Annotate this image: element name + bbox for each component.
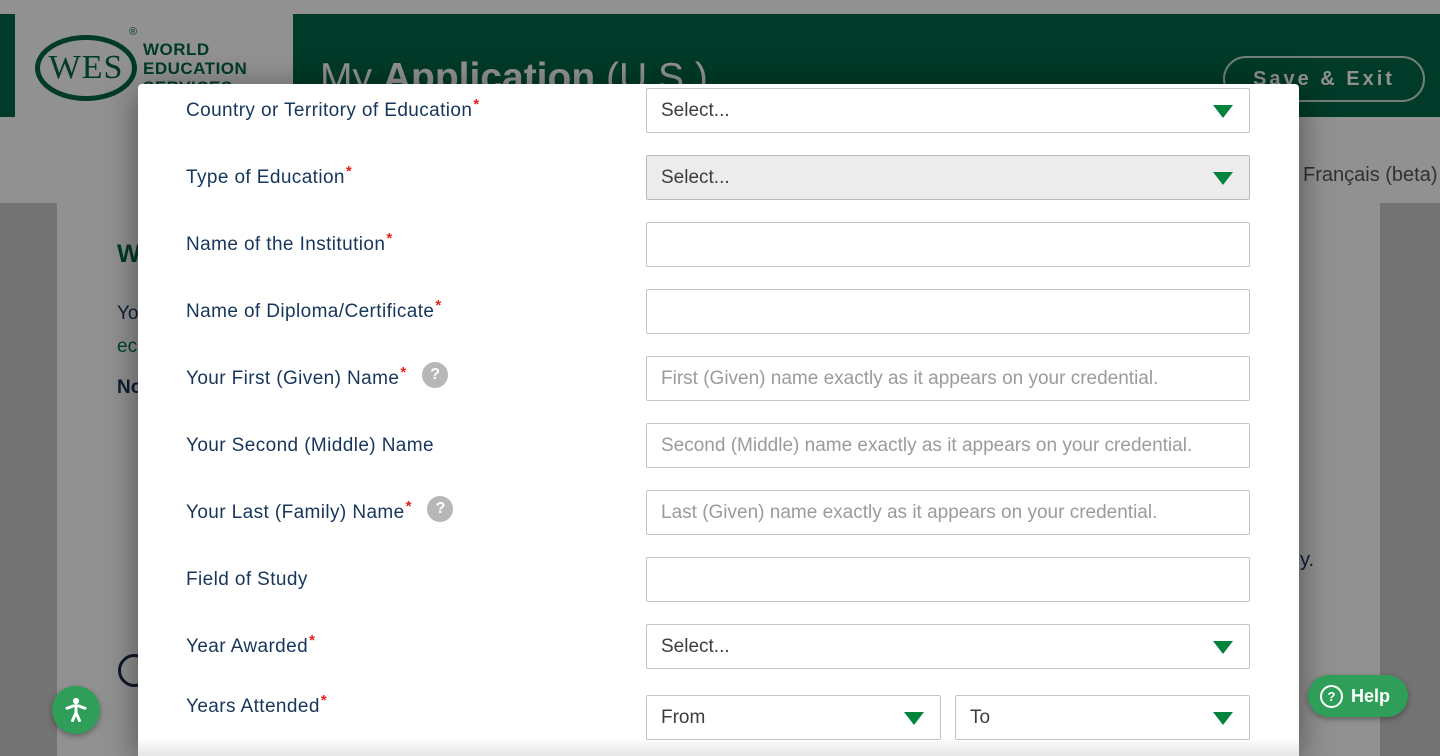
- select-value: From: [661, 706, 706, 728]
- required-marker: *: [435, 297, 442, 314]
- form-row-field-of-study: Field of Study: [138, 557, 1299, 602]
- field-of-study-input[interactable]: [646, 557, 1250, 602]
- required-marker: *: [405, 498, 412, 515]
- middle-name-input[interactable]: [646, 423, 1250, 468]
- input-cell: [646, 490, 1250, 535]
- middle-name-label: Your Second (Middle) Name: [186, 434, 434, 456]
- input-cell: Select...: [646, 88, 1250, 133]
- label-cell: Name of Diploma/Certificate *: [138, 297, 646, 323]
- form-row-institution: Name of the Institution *: [138, 222, 1299, 267]
- accessibility-widget-button[interactable]: [52, 686, 100, 734]
- form-row-country: Country or Territory of Education * Selec…: [138, 88, 1299, 133]
- chevron-down-icon: [904, 712, 924, 725]
- label-cell: Type of Education *: [138, 163, 646, 189]
- last-name-label: Your Last (Family) Name: [186, 501, 405, 523]
- input-cell: [646, 222, 1250, 267]
- label-cell: Year Awarded *: [138, 632, 646, 658]
- diploma-name-label: Name of Diploma/Certificate: [186, 300, 435, 322]
- years-attended-to-select[interactable]: To: [955, 695, 1250, 740]
- form-row-middle-name: Your Second (Middle) Name: [138, 423, 1299, 468]
- diploma-name-input[interactable]: [646, 289, 1250, 334]
- form-row-year-awarded: Year Awarded * Select...: [138, 624, 1299, 669]
- type-of-education-label: Type of Education: [186, 166, 345, 188]
- input-cell: [646, 356, 1250, 401]
- institution-name-label: Name of the Institution: [186, 233, 386, 255]
- help-widget-button[interactable]: ? Help: [1308, 675, 1409, 717]
- select-value: Select...: [661, 635, 730, 657]
- field-of-study-label: Field of Study: [186, 568, 308, 590]
- select-pair-gap: [941, 695, 955, 740]
- required-marker: *: [309, 632, 315, 649]
- country-of-education-label: Country or Territory of Education: [186, 99, 473, 121]
- form-row-type: Type of Education * Select...: [138, 155, 1299, 200]
- years-attended-from-select[interactable]: From: [646, 695, 941, 740]
- last-name-input[interactable]: [646, 490, 1250, 535]
- label-cell: Country or Territory of Education *: [138, 96, 646, 122]
- institution-name-input[interactable]: [646, 222, 1250, 267]
- question-circle-icon: ?: [1320, 684, 1343, 708]
- label-cell: Your Last (Family) Name * ?: [138, 495, 646, 526]
- select-value: Select...: [661, 166, 730, 188]
- label-cell: Your Second (Middle) Name: [138, 435, 646, 457]
- select-value: Select...: [661, 99, 730, 121]
- input-cell: Select...: [646, 155, 1250, 200]
- form-row-diploma: Name of Diploma/Certificate *: [138, 289, 1299, 334]
- chevron-down-icon: [1213, 712, 1233, 725]
- accessibility-person-icon: [65, 697, 87, 722]
- chevron-down-icon: [1213, 172, 1233, 185]
- form-row-last-name: Your Last (Family) Name * ?: [138, 490, 1299, 535]
- modal-bottom-scroll-fade: [138, 738, 1299, 756]
- form-row-first-name: Your First (Given) Name * ?: [138, 356, 1299, 401]
- select-value: To: [970, 706, 991, 728]
- year-awarded-label: Year Awarded: [186, 635, 309, 657]
- label-cell: Field of Study: [138, 569, 646, 591]
- input-cell: [646, 423, 1250, 468]
- help-tooltip-icon[interactable]: ?: [422, 361, 449, 388]
- years-attended-label: Years Attended: [186, 695, 320, 717]
- year-awarded-select[interactable]: Select...: [646, 624, 1250, 669]
- help-widget-label: Help: [1351, 685, 1391, 706]
- input-cell: From To: [646, 695, 1250, 740]
- required-marker: *: [320, 692, 327, 709]
- input-cell: Select...: [646, 624, 1250, 669]
- chevron-down-icon: [1213, 105, 1233, 118]
- help-tooltip-icon[interactable]: ?: [427, 495, 454, 522]
- required-marker: *: [386, 230, 393, 247]
- input-cell: [646, 557, 1250, 602]
- country-of-education-select[interactable]: Select...: [646, 88, 1250, 133]
- form-row-years-attended: Years Attended * From To: [138, 692, 1299, 740]
- label-cell: Years Attended *: [138, 692, 646, 718]
- required-marker: *: [473, 96, 480, 113]
- first-name-input[interactable]: [646, 356, 1250, 401]
- chevron-down-icon: [1213, 641, 1233, 654]
- credential-form-modal: Country or Territory of Education * Selec…: [138, 84, 1299, 756]
- first-name-label: Your First (Given) Name: [186, 367, 400, 389]
- type-of-education-select[interactable]: Select...: [646, 155, 1250, 200]
- required-marker: *: [345, 163, 352, 180]
- label-cell: Your First (Given) Name * ?: [138, 361, 646, 392]
- required-marker: *: [400, 364, 407, 381]
- label-cell: Name of the Institution *: [138, 230, 646, 256]
- input-cell: [646, 289, 1250, 334]
